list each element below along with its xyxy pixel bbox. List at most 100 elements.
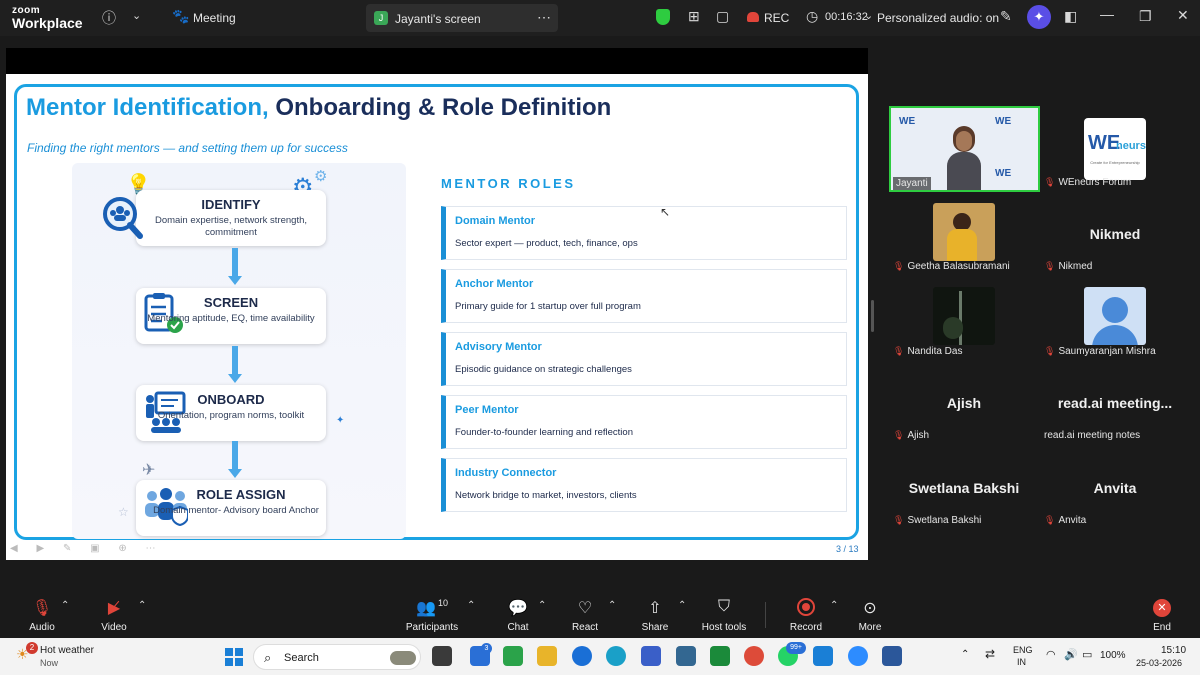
- minimize-icon[interactable]: —: [1100, 6, 1114, 22]
- spreadsheet-app-icon[interactable]: [503, 646, 523, 666]
- restore-icon[interactable]: ❐: [1139, 8, 1152, 25]
- mouse-cursor-icon: ↖: [660, 205, 671, 219]
- side-panel-icon[interactable]: ◧: [1064, 8, 1077, 25]
- meeting-label[interactable]: Meeting: [193, 11, 236, 25]
- share-button[interactable]: ⇧ Share: [640, 598, 670, 633]
- info-icon[interactable]: ⓘ: [102, 8, 116, 28]
- battery-percent: 100%: [1100, 650, 1126, 661]
- host-shield-icon: ⛉: [717, 598, 730, 615]
- video-button[interactable]: ▶̸ Video: [97, 598, 131, 633]
- react-chevron-icon[interactable]: ⌃: [608, 600, 616, 611]
- weather-title[interactable]: Hot weather: [40, 645, 94, 656]
- role-name: Industry Connector: [455, 467, 557, 479]
- audio-label: Audio: [29, 622, 55, 633]
- taskbar-search-box[interactable]: ⌕ Search: [253, 644, 421, 670]
- more-icon: ⊙: [863, 600, 877, 617]
- view-options-icon[interactable]: ⊞: [688, 8, 700, 25]
- share-chevron-icon[interactable]: ⌃: [678, 600, 686, 611]
- clock-time[interactable]: 15:10: [1161, 645, 1186, 656]
- network-tray-icon[interactable]: ⇄: [985, 647, 995, 661]
- paper-plane-icon: ✈: [142, 462, 156, 479]
- toolbar-divider: [765, 602, 766, 628]
- mentor-roles-heading: MENTOR ROLES: [441, 176, 576, 191]
- video-options-chevron-icon[interactable]: ⌃: [138, 600, 146, 611]
- host-tools-button[interactable]: ⛉ Host tools: [700, 598, 748, 633]
- timer-chevron-icon[interactable]: ⌄: [864, 9, 873, 22]
- participant-display-name: Nikmed: [1089, 226, 1141, 242]
- step-title: IDENTIFY: [201, 197, 261, 212]
- avatar: [933, 287, 995, 345]
- wifi-icon[interactable]: ◠: [1046, 648, 1056, 661]
- mic-muted-icon: 🎙: [1044, 261, 1056, 271]
- audio-button[interactable]: 🎙 Audio: [26, 598, 58, 633]
- react-button[interactable]: ♡ React: [570, 598, 600, 633]
- slide-page-number: 3 / 13: [836, 544, 859, 554]
- share-screen-tab[interactable]: J Jayanti's screen ⋯: [366, 4, 558, 32]
- zoom-workplace-logo: zoom Workplace: [12, 4, 83, 30]
- step-identify: IDENTIFY Domain expertise, network stren…: [103, 190, 326, 246]
- language-label[interactable]: ENG: [1013, 645, 1033, 655]
- audio-options-chevron-icon[interactable]: ⌃: [61, 600, 69, 611]
- participant-display-name: read.ai meeting...: [1057, 395, 1173, 411]
- mic-muted-icon: 🎙: [893, 430, 905, 440]
- captions-icon[interactable]: ▢: [716, 8, 729, 25]
- participant-name: Geetha Balasubramani: [907, 261, 1010, 272]
- more-button[interactable]: ⊙ More: [856, 598, 884, 633]
- rec-label[interactable]: REC: [764, 11, 789, 25]
- chat-button[interactable]: 💬 Chat: [504, 598, 532, 633]
- participant-name-label: 🎙 Swetlana Bakshi: [893, 515, 981, 526]
- windows-start-icon[interactable]: [225, 648, 243, 666]
- record-label: Record: [789, 622, 823, 633]
- step-role-assign: ROLE ASSIGN Domain mentor- Advisory boar…: [136, 480, 326, 536]
- tray-overflow-chevron-icon[interactable]: ⌃: [961, 649, 969, 660]
- file-explorer-icon[interactable]: [537, 646, 557, 666]
- participants-button[interactable]: 👥 10 Participants: [404, 598, 460, 633]
- sheets-app-icon[interactable]: [710, 646, 730, 666]
- sparkle-icon: ✦: [336, 415, 345, 426]
- role-name: Domain Mentor: [455, 215, 536, 227]
- zoom-app-icon[interactable]: [848, 646, 868, 666]
- slideshow-controls[interactable]: ◀ ▶ ✎ ▣ ⊕ ⋯: [10, 543, 163, 554]
- participants-count: 10: [437, 598, 448, 608]
- chrome-browser-icon[interactable]: [744, 646, 764, 666]
- flow-arrow-icon: [228, 441, 242, 479]
- end-label: End: [1153, 622, 1171, 633]
- edge-browser-icon[interactable]: [606, 646, 626, 666]
- role-description: Primary guide for 1 startup over full pr…: [455, 301, 641, 312]
- mic-muted-icon: 🎙: [1044, 515, 1056, 525]
- chat-icon: 💬: [508, 600, 528, 617]
- chevron-down-icon[interactable]: ⌄: [132, 9, 141, 22]
- record-button[interactable]: Record: [788, 598, 824, 633]
- record-chevron-icon[interactable]: ⌃: [830, 600, 838, 611]
- step-description: Mentoring aptitude, EQ, time availabilit…: [147, 313, 315, 324]
- ai-companion-icon[interactable]: ✦: [1027, 5, 1051, 29]
- browser-c-icon[interactable]: [572, 646, 592, 666]
- battery-icon[interactable]: ▭: [1082, 648, 1092, 661]
- weather-badge: 2: [26, 642, 38, 654]
- mic-muted-icon: 🎙: [893, 261, 905, 271]
- search-highlight-icon: [390, 651, 416, 665]
- personalized-audio-label[interactable]: Personalized audio: on: [877, 11, 999, 25]
- calendar-app-icon[interactable]: [813, 646, 833, 666]
- close-icon[interactable]: ✕: [1177, 7, 1189, 24]
- security-shield-icon[interactable]: [656, 9, 670, 25]
- role-description: Episodic guidance on strategic challenge…: [455, 364, 632, 375]
- postgres-app-icon[interactable]: [676, 646, 696, 666]
- step-description: Domain expertise, network strength, comm…: [154, 215, 308, 238]
- end-meeting-button[interactable]: ✕ End: [1149, 598, 1175, 633]
- participant-name-label: 🎙 Ajish: [893, 430, 929, 441]
- more-options-icon[interactable]: ⋯: [537, 9, 551, 26]
- chat-chevron-icon[interactable]: ⌃: [538, 600, 546, 611]
- panel-splitter[interactable]: [871, 300, 874, 332]
- annotate-pen-icon[interactable]: ✎: [1000, 8, 1012, 25]
- store-app-icon[interactable]: [641, 646, 661, 666]
- speaker-icon[interactable]: 🔊: [1064, 648, 1078, 661]
- word-app-icon[interactable]: [882, 646, 902, 666]
- share-label: Share: [641, 622, 669, 633]
- weather-subtitle: Now: [40, 658, 59, 668]
- task-view-icon[interactable]: [432, 646, 452, 666]
- participants-chevron-icon[interactable]: ⌃: [467, 600, 475, 611]
- clock-date[interactable]: 25-03-2026: [1136, 658, 1182, 668]
- video-off-icon: ▶̸: [107, 600, 121, 617]
- role-description: Network bridge to market, investors, cli…: [455, 490, 637, 501]
